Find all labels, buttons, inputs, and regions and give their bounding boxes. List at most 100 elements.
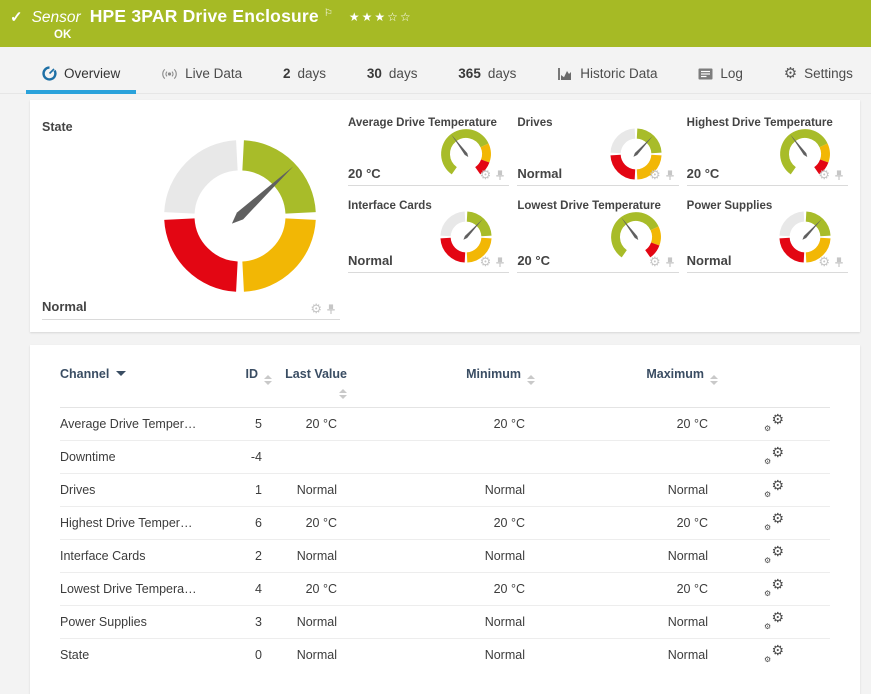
status-gauge: [154, 130, 326, 302]
channel-row-downtime: Downtime-4⚙⚙: [60, 441, 830, 474]
stars-empty[interactable]: ☆☆: [387, 10, 413, 24]
tab-log[interactable]: Log: [682, 60, 759, 94]
tab-historic-data[interactable]: Historic Data: [541, 60, 673, 94]
channel-row-power-supplies: Power Supplies3NormalNormalNormal⚙⚙: [60, 606, 830, 639]
broadcast-icon: [161, 67, 178, 81]
cell-id: 3: [230, 606, 272, 639]
gauge-settings-gear-icon[interactable]: ⚙: [480, 255, 492, 268]
col-header-id[interactable]: ID: [230, 367, 272, 408]
channel-row-lowest-drive-tempera: Lowest Drive Tempera…420 °C20 °C20 °C⚙⚙: [60, 573, 830, 606]
gauge-settings-gear-icon[interactable]: ⚙: [480, 168, 492, 181]
pin-icon[interactable]: [495, 256, 505, 268]
cell-minimum: 20 °C: [347, 507, 535, 540]
cell-channel: Average Drive Temper…: [60, 408, 230, 441]
gauge-cell-interface-cards: Interface CardsNormal⚙: [348, 195, 509, 273]
cell-last-value: Normal: [272, 639, 347, 672]
cell-maximum: [535, 441, 718, 474]
gauge-cell-highest-drive-temperature: Highest Drive Temperature20 °C⚙: [687, 112, 848, 186]
cell-maximum: Normal: [535, 639, 718, 672]
gauge-settings-gear-icon[interactable]: ⚙: [310, 302, 322, 315]
tab-settings[interactable]: ⚙Settings: [768, 60, 869, 94]
small-gear-icon: ⚙: [764, 623, 771, 631]
channel-row-drives: Drives1NormalNormalNormal⚙⚙: [60, 474, 830, 507]
channel-settings-button[interactable]: ⚙⚙: [764, 579, 784, 597]
channel-settings-button[interactable]: ⚙⚙: [764, 612, 784, 630]
cell-maximum: 20 °C: [535, 507, 718, 540]
sensor-header: ✓ Sensor HPE 3PAR Drive Enclosure ⚐ ★★★☆…: [0, 0, 871, 47]
pin-icon[interactable]: [665, 256, 675, 268]
channel-settings-button[interactable]: ⚙⚙: [764, 447, 784, 465]
col-label: Maximum: [646, 367, 704, 381]
col-header-minimum[interactable]: Minimum: [347, 367, 535, 408]
tab-live-data[interactable]: Live Data: [145, 60, 258, 94]
big-gear-icon: ⚙: [771, 544, 784, 558]
channel-settings-button[interactable]: ⚙⚙: [764, 480, 784, 498]
gauge-cell-lowest-drive-temperature: Lowest Drive Temperature20 °C⚙: [517, 195, 678, 273]
cell-maximum: 20 °C: [535, 408, 718, 441]
priority-stars[interactable]: ★★★☆☆: [349, 10, 413, 24]
tab-overview[interactable]: Overview: [26, 60, 136, 94]
channel-settings-button[interactable]: ⚙⚙: [764, 645, 784, 663]
stars-filled[interactable]: ★★★: [349, 10, 387, 24]
channel-settings-button[interactable]: ⚙⚙: [764, 414, 784, 432]
pin-icon[interactable]: [665, 169, 675, 181]
big-gear-icon: ⚙: [771, 445, 784, 459]
col-header-channel[interactable]: Channel: [60, 367, 230, 408]
cell-channel: Drives: [60, 474, 230, 507]
gauge-settings-gear-icon[interactable]: ⚙: [818, 168, 830, 181]
pin-icon[interactable]: [326, 303, 336, 315]
tab-label: days: [389, 66, 418, 81]
small-gear-icon: ⚙: [764, 491, 771, 499]
big-gear-icon: ⚙: [771, 478, 784, 492]
gauge-settings-gear-icon[interactable]: ⚙: [649, 255, 661, 268]
col-header-maximum[interactable]: Maximum: [535, 367, 718, 408]
cell-id: 5: [230, 408, 272, 441]
pin-icon[interactable]: [834, 256, 844, 268]
gauge-settings-gear-icon[interactable]: ⚙: [649, 168, 661, 181]
col-label: ID: [246, 367, 259, 381]
big-gear-icon: ⚙: [771, 643, 784, 657]
channel-row-highest-drive-temper: Highest Drive Temper…620 °C20 °C20 °C⚙⚙: [60, 507, 830, 540]
tab-30-days[interactable]: 30 days: [351, 60, 434, 94]
sort-icon: [527, 375, 535, 385]
pin-icon[interactable]: [495, 169, 505, 181]
tab-number: 30: [367, 66, 382, 81]
small-gear-icon: ⚙: [764, 458, 771, 466]
cell-id: 1: [230, 474, 272, 507]
tab-label: days: [488, 66, 517, 81]
cell-last-value: 20 °C: [272, 408, 347, 441]
sort-icon: [264, 375, 272, 385]
channel-settings-button[interactable]: ⚙⚙: [764, 513, 784, 531]
cell-minimum: Normal: [347, 606, 535, 639]
tab-2-days[interactable]: 2 days: [267, 60, 342, 94]
small-gauges-grid: Average Drive Temperature20 °C⚙ DrivesNo…: [348, 112, 848, 320]
channel-settings-button[interactable]: ⚙⚙: [764, 546, 784, 564]
cell-channel: Highest Drive Temper…: [60, 507, 230, 540]
cell-minimum: Normal: [347, 639, 535, 672]
tab-365-days[interactable]: 365days: [442, 60, 532, 94]
cell-minimum: Normal: [347, 540, 535, 573]
small-gear-icon: ⚙: [764, 656, 771, 664]
cell-id: -4: [230, 441, 272, 474]
cell-channel: Lowest Drive Tempera…: [60, 573, 230, 606]
cell-actions: ⚙⚙: [718, 507, 830, 540]
tab-number: 2: [283, 66, 291, 81]
pin-icon[interactable]: [834, 169, 844, 181]
cell-actions: ⚙⚙: [718, 441, 830, 474]
main-content: State Normal ⚙ Average Drive Temperature…: [0, 94, 871, 694]
col-header-last-value[interactable]: Last Value: [272, 367, 347, 408]
cell-actions: ⚙⚙: [718, 474, 830, 507]
flag-icon[interactable]: ⚐: [324, 8, 333, 19]
gauge-value: Normal: [517, 166, 562, 181]
cell-maximum: Normal: [535, 474, 718, 507]
cell-maximum: Normal: [535, 540, 718, 573]
gauge-value: 20 °C: [517, 253, 550, 268]
tab-label: Overview: [64, 66, 120, 81]
chart-icon: [557, 67, 573, 81]
gauge-settings-gear-icon[interactable]: ⚙: [818, 255, 830, 268]
cell-last-value: 20 °C: [272, 573, 347, 606]
cell-minimum: 20 °C: [347, 573, 535, 606]
tab-label: days: [298, 66, 327, 81]
cell-minimum: Normal: [347, 474, 535, 507]
gauge-value: Normal: [42, 299, 87, 314]
